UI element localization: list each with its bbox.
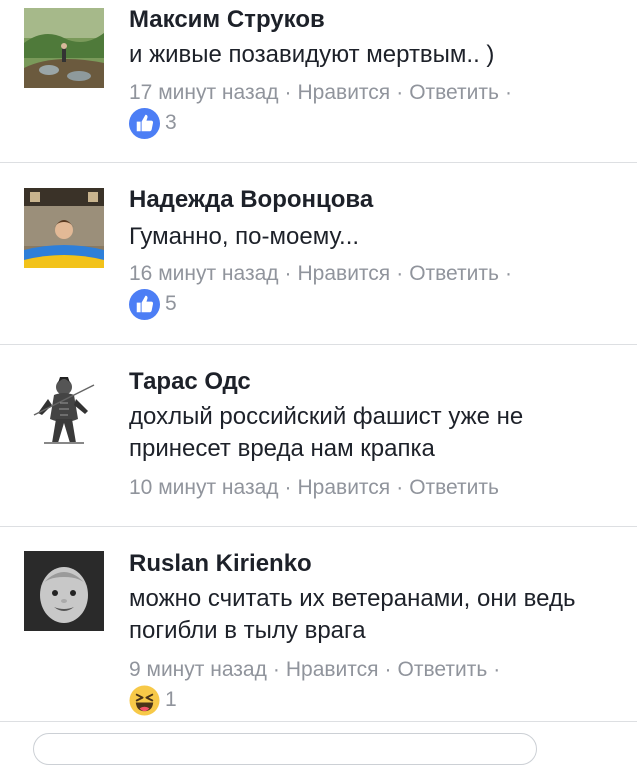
separator-dot: · [272,658,280,681]
avatar-photo-forest [24,8,104,88]
reply-link[interactable]: Ответить [409,262,499,285]
avatar[interactable] [24,8,104,88]
comment-meta: 17 минут назад · Нравится · Ответить · [129,79,518,107]
reaction-summary[interactable]: 3 [129,107,177,139]
reaction-count: 5 [165,292,177,315]
timestamp: 16 минут назад [129,262,279,285]
haha-icon [129,684,160,716]
avatar-photo-child [24,551,104,631]
separator-dot: · [504,81,512,104]
commenter-name[interactable]: Максим Струков [129,5,325,35]
like-link[interactable]: Нравится [298,476,391,499]
comment-meta: 9 минут назад · Нравится · Ответить · [129,656,506,684]
reaction-summary[interactable]: 5 [129,288,177,320]
comment-input[interactable] [33,733,537,765]
separator-dot: · [384,658,392,681]
separator-dot: · [504,262,512,285]
separator-dot: · [284,81,292,104]
separator-dot: · [396,476,404,499]
like-link[interactable]: Нравится [298,262,391,285]
separator-dot: · [284,476,292,499]
like-link[interactable]: Нравится [286,658,379,681]
comment-text: Гуманно, по-моему... [129,223,360,250]
timestamp: 17 минут назад [129,81,279,104]
reaction-count: 1 [165,688,177,711]
divider [0,344,637,345]
comment-meta: 16 минут назад · Нравится · Ответить · [129,260,518,288]
commenter-name[interactable]: Ruslan Kirienko [129,549,312,579]
reply-link[interactable]: Ответить [409,81,499,104]
divider [0,526,637,527]
comment-text: дохлый российский фашист уже не принесет… [129,403,524,462]
reaction-count: 3 [165,111,177,134]
comment-text: можно считать их ветеранами, они ведь по… [129,585,576,644]
separator-dot: · [284,262,292,285]
comment-text: и живые позавидуют мертвым.. ) [129,41,495,68]
commenter-name[interactable]: Тарас Одс [129,367,251,397]
avatar[interactable] [24,188,104,268]
reply-link[interactable]: Ответить [409,476,499,499]
comment-meta: 10 минут назад · Нравится · Ответить [129,474,499,502]
divider [0,162,637,163]
divider [0,721,637,722]
timestamp: 9 минут назад [129,658,267,681]
reply-link[interactable]: Ответить [398,658,488,681]
timestamp: 10 минут назад [129,476,279,499]
separator-dot: · [493,658,501,681]
avatar-photo-woman [24,188,104,268]
commenter-name[interactable]: Надежда Воронцова [129,185,373,215]
separator-dot: · [396,81,404,104]
reaction-summary[interactable]: 1 [129,684,177,716]
like-icon [129,107,160,139]
avatar-engraving [24,369,104,449]
like-link[interactable]: Нравится [298,81,391,104]
separator-dot: · [396,262,404,285]
like-icon [129,288,160,320]
avatar[interactable] [24,369,104,449]
avatar[interactable] [24,551,104,631]
